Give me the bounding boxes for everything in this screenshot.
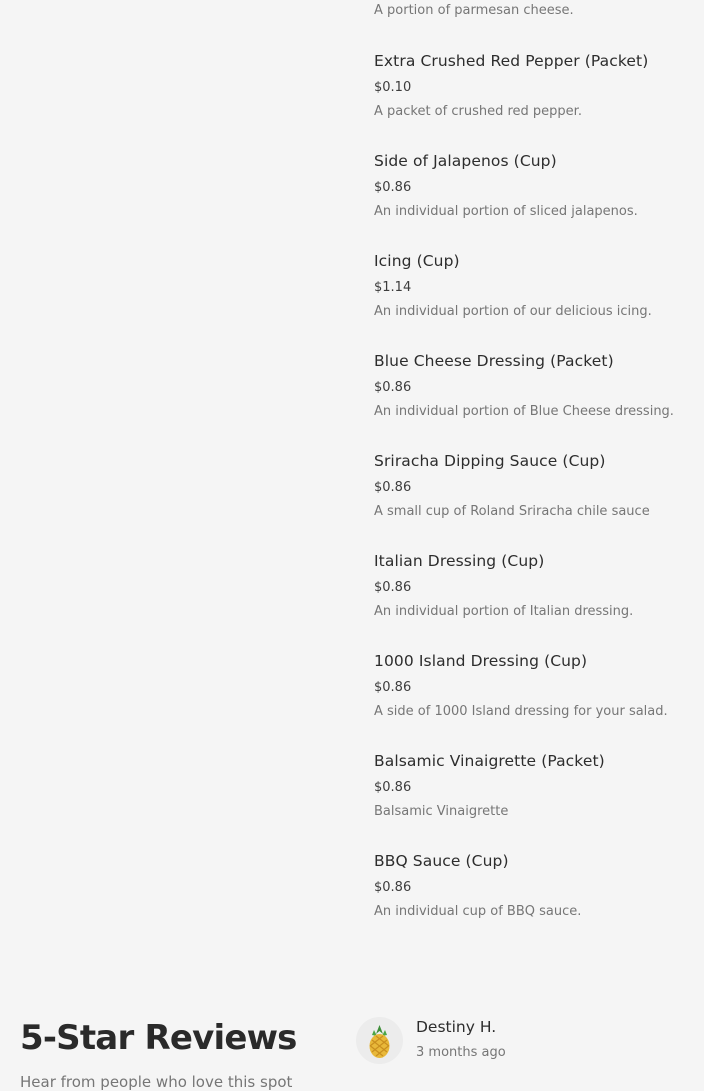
item-description: An individual portion of Italian dressin… <box>374 604 634 619</box>
item-price: $0.86 <box>374 480 412 495</box>
item-name: BBQ Sauce (Cup) <box>374 852 509 870</box>
menu-item[interactable]: Italian Dressing (Cup) $0.86 An individu… <box>374 552 694 632</box>
reviews-section-title: 5-Star Reviews <box>20 1018 297 1058</box>
menu-item[interactable]: BBQ Sauce (Cup) $0.86 An individual cup … <box>374 852 694 932</box>
item-price: $0.10 <box>374 80 412 95</box>
item-price: $0.86 <box>374 180 412 195</box>
item-description: An individual portion of sliced jalapeno… <box>374 204 638 219</box>
item-description: A small cup of Roland Sriracha chile sau… <box>374 504 650 519</box>
reviewer-name: Destiny H. <box>416 1018 497 1036</box>
review-timestamp: 3 months ago <box>416 1045 506 1060</box>
item-price: $1.14 <box>374 280 412 295</box>
item-description: An individual portion of our delicious i… <box>374 304 652 319</box>
item-description: An individual portion of Blue Cheese dre… <box>374 404 674 419</box>
item-price: $0.86 <box>374 780 412 795</box>
item-name: Icing (Cup) <box>374 252 460 270</box>
item-name: 1000 Island Dressing (Cup) <box>374 652 588 670</box>
item-description: A packet of crushed red pepper. <box>374 104 582 119</box>
item-price: $0.86 <box>374 880 412 895</box>
item-price: $0.86 <box>374 380 412 395</box>
menu-item[interactable]: Balsamic Vinaigrette (Packet) $0.86 Bals… <box>374 752 694 832</box>
item-price: $0.86 <box>374 580 412 595</box>
item-name: Side of Jalapenos (Cup) <box>374 152 557 170</box>
item-description: An individual cup of BBQ sauce. <box>374 904 582 919</box>
item-name: Blue Cheese Dressing (Packet) <box>374 352 614 370</box>
item-description: Balsamic Vinaigrette <box>374 804 509 819</box>
reviewer-avatar <box>356 1017 403 1064</box>
item-description: A side of 1000 Island dressing for your … <box>374 704 668 719</box>
menu-item[interactable]: Icing (Cup) $1.14 An individual portion … <box>374 252 694 332</box>
item-price: $0.86 <box>374 680 412 695</box>
menu-item[interactable]: Blue Cheese Dressing (Packet) $0.86 An i… <box>374 352 694 432</box>
pineapple-icon <box>369 1025 390 1058</box>
menu-item[interactable]: Sriracha Dipping Sauce (Cup) $0.86 A sma… <box>374 452 694 532</box>
menu-item[interactable]: 1000 Island Dressing (Cup) $0.86 A side … <box>374 652 694 732</box>
item-name: Balsamic Vinaigrette (Packet) <box>374 752 605 770</box>
item-description: A portion of parmesan cheese. <box>374 3 574 18</box>
reviews-section-subtitle: Hear from people who love this spot <box>20 1073 293 1091</box>
item-name: Extra Crushed Red Pepper (Packet) <box>374 52 649 70</box>
menu-item[interactable]: Side of Jalapenos (Cup) $0.86 An individ… <box>374 152 694 232</box>
item-name: Sriracha Dipping Sauce (Cup) <box>374 452 606 470</box>
item-name: Italian Dressing (Cup) <box>374 552 545 570</box>
menu-item[interactable]: Extra Crushed Red Pepper (Packet) $0.10 … <box>374 52 694 132</box>
